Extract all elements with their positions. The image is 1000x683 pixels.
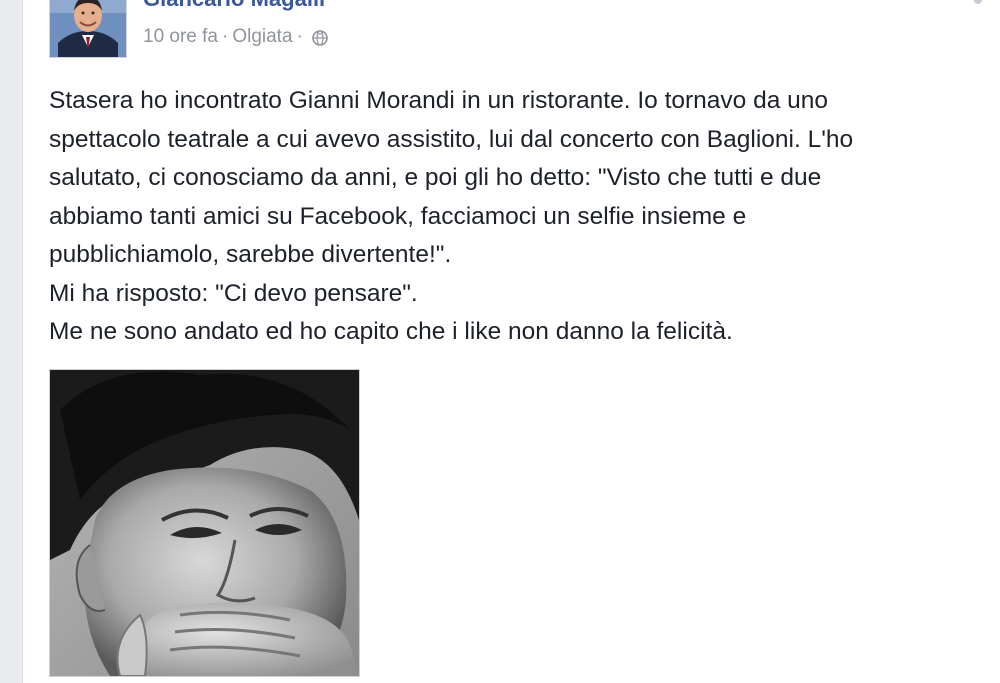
author-name-link[interactable]: Giancarlo Magalli bbox=[143, 0, 325, 12]
post-timestamp-link[interactable]: 10 ore fa bbox=[143, 26, 218, 48]
meta-separator: · bbox=[296, 26, 303, 47]
post-body: Stasera ho incontrato Gianni Morandi in … bbox=[49, 82, 949, 352]
post-body-line: salutato, ci conosciamo da anni, e poi g… bbox=[49, 164, 822, 191]
options-chevron-icon[interactable] bbox=[974, 0, 982, 4]
portrait-photo bbox=[50, 370, 359, 676]
author-avatar[interactable] bbox=[49, 0, 127, 58]
post-body-line: spettacolo teatrale a cui avevo assistit… bbox=[49, 125, 854, 153]
post-body-line: Stasera ho incontrato Gianni Morandi in … bbox=[49, 87, 829, 114]
globe-icon[interactable] bbox=[311, 29, 329, 47]
post-photo[interactable] bbox=[49, 369, 360, 677]
post-body-line: Mi ha risposto: "Ci devo pensare". bbox=[49, 279, 418, 307]
left-gutter bbox=[0, 0, 23, 683]
avatar-portrait bbox=[50, 0, 126, 57]
post-body-line: Me ne sono andato ed ho capito che i lik… bbox=[49, 318, 733, 345]
post-body-line: abbiamo tanti amici su Facebook, facciam… bbox=[49, 202, 747, 230]
facebook-post: Giancarlo Magalli 10 ore fa · Olgiata · … bbox=[0, 0, 1000, 683]
post-body-line: pubblichiamolo, sarebbe divertente!". bbox=[49, 241, 452, 268]
post-meta: 10 ore fa · Olgiata · bbox=[143, 26, 329, 48]
post-location-link[interactable]: Olgiata bbox=[232, 26, 292, 48]
meta-separator: · bbox=[222, 26, 229, 47]
